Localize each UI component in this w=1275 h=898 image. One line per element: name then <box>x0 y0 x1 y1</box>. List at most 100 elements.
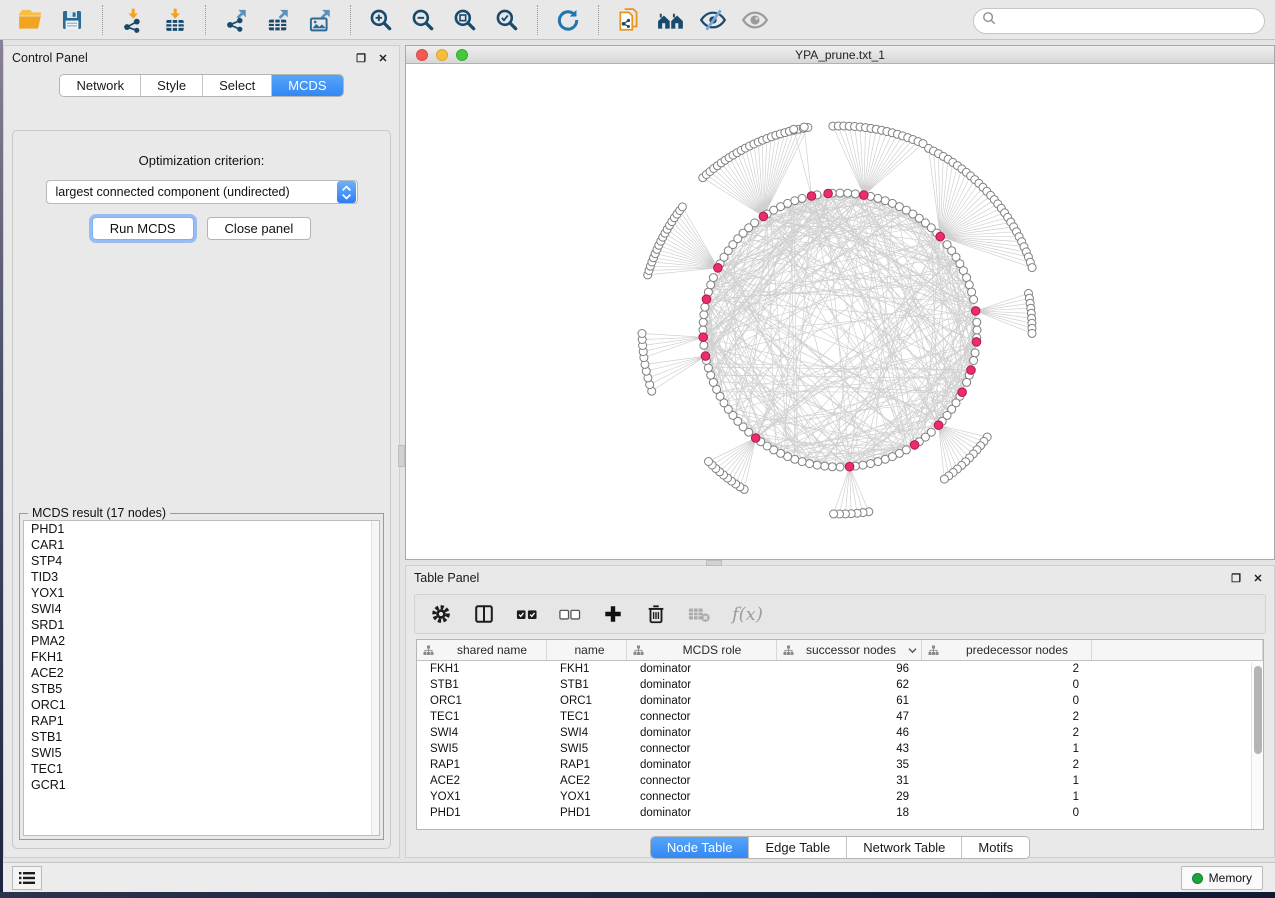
cell-shared-name[interactable]: TEC1 <box>417 711 547 723</box>
graph-node[interactable] <box>700 341 708 349</box>
cell-successor-nodes[interactable]: 35 <box>777 759 922 771</box>
cell-mcds-role[interactable]: connector <box>627 711 777 723</box>
mcds-hub-node[interactable] <box>714 264 723 273</box>
mcds-hub-node[interactable] <box>759 212 768 221</box>
tab-style[interactable]: Style <box>141 75 203 96</box>
table-row[interactable]: ORC1ORC1dominator610 <box>417 693 1263 709</box>
graph-node[interactable] <box>963 378 971 386</box>
close-panel-icon[interactable]: ✕ <box>375 50 391 66</box>
delete-icon[interactable] <box>644 602 668 626</box>
cell-successor-nodes[interactable]: 29 <box>777 791 922 803</box>
share-network-file-icon[interactable] <box>615 6 643 34</box>
graph-node[interactable] <box>798 194 806 202</box>
graph-node[interactable] <box>940 475 948 483</box>
graph-node[interactable] <box>800 123 808 131</box>
list-item[interactable]: ACE2 <box>24 665 379 681</box>
columns-icon[interactable] <box>472 602 496 626</box>
cell-mcds-role[interactable]: dominator <box>627 679 777 691</box>
select-all-icon[interactable] <box>515 602 539 626</box>
mcds-hub-node[interactable] <box>807 192 816 201</box>
mcds-hub-node[interactable] <box>699 333 708 342</box>
graph-node[interactable] <box>701 303 709 311</box>
float-panel-icon[interactable]: ❐ <box>1228 570 1244 586</box>
optimization-select[interactable]: largest connected component (undirected) <box>46 180 358 204</box>
tab-select[interactable]: Select <box>203 75 272 96</box>
mcds-hub-node[interactable] <box>967 366 976 375</box>
cell-name[interactable]: YOX1 <box>547 791 627 803</box>
horizontal-splitter[interactable] <box>706 560 722 566</box>
list-item[interactable]: STB5 <box>24 681 379 697</box>
cell-shared-name[interactable]: STB1 <box>417 679 547 691</box>
graph-node[interactable] <box>638 330 646 338</box>
mcds-hub-node[interactable] <box>702 295 711 304</box>
graph-node[interactable] <box>830 510 838 518</box>
cell-name[interactable]: PHD1 <box>547 807 627 819</box>
graph-node[interactable] <box>700 311 708 319</box>
graph-node[interactable] <box>851 190 859 198</box>
table-scrollbar[interactable] <box>1251 662 1263 829</box>
first-neighbors-icon[interactable] <box>657 6 685 34</box>
mcds-hub-node[interactable] <box>751 434 760 443</box>
cell-predecessor-nodes[interactable]: 2 <box>922 663 1092 675</box>
cell-name[interactable]: ORC1 <box>547 695 627 707</box>
cell-mcds-role[interactable]: dominator <box>627 807 777 819</box>
list-item[interactable]: TEC1 <box>24 761 379 777</box>
table-row[interactable]: FKH1FKH1dominator962 <box>417 661 1263 677</box>
list-item[interactable]: GCR1 <box>24 777 379 793</box>
column-header-predecessor-nodes[interactable]: predecessor nodes <box>922 640 1092 660</box>
list-item[interactable]: YOX1 <box>24 585 379 601</box>
graph-node[interactable] <box>806 460 814 468</box>
table-row[interactable]: SWI5SWI5connector431 <box>417 741 1263 757</box>
gear-icon[interactable] <box>429 602 453 626</box>
mcds-hub-node[interactable] <box>936 232 945 241</box>
mcds-hub-node[interactable] <box>972 338 981 347</box>
cell-shared-name[interactable]: SWI5 <box>417 743 547 755</box>
list-item[interactable]: FKH1 <box>24 649 379 665</box>
cell-shared-name[interactable]: ACE2 <box>417 775 547 787</box>
list-item[interactable]: SRD1 <box>24 617 379 633</box>
table-row[interactable]: STB1STB1dominator620 <box>417 677 1263 693</box>
tab-mcds[interactable]: MCDS <box>272 75 342 96</box>
cell-shared-name[interactable]: YOX1 <box>417 791 547 803</box>
graph-node[interactable] <box>973 318 981 326</box>
memory-button[interactable]: Memory <box>1181 866 1263 890</box>
table-row[interactable]: PHD1PHD1dominator180 <box>417 805 1263 821</box>
cell-predecessor-nodes[interactable]: 2 <box>922 711 1092 723</box>
graph-node[interactable] <box>791 197 799 205</box>
table-row[interactable]: ACE2ACE2connector311 <box>417 773 1263 789</box>
zoom-in-icon[interactable] <box>367 6 395 34</box>
zoom-selected-icon[interactable] <box>493 6 521 34</box>
graph-node[interactable] <box>705 458 713 466</box>
cell-name[interactable]: TEC1 <box>547 711 627 723</box>
import-network-icon[interactable] <box>119 6 147 34</box>
graph-node[interactable] <box>751 219 759 227</box>
cell-predecessor-nodes[interactable]: 2 <box>922 727 1092 739</box>
close-panel-button[interactable]: Close panel <box>207 217 312 240</box>
cell-predecessor-nodes[interactable]: 0 <box>922 807 1092 819</box>
graph-node[interactable] <box>828 463 836 471</box>
network-canvas[interactable] <box>406 64 1274 559</box>
graph-node[interactable] <box>970 296 978 304</box>
cell-predecessor-nodes[interactable]: 1 <box>922 791 1092 803</box>
cell-name[interactable]: SWI4 <box>547 727 627 739</box>
graph-node[interactable] <box>704 364 712 372</box>
mcds-hub-node[interactable] <box>934 421 943 430</box>
hide-selected-icon[interactable] <box>699 6 727 34</box>
cell-mcds-role[interactable]: connector <box>627 775 777 787</box>
import-table-icon[interactable] <box>161 6 189 34</box>
graph-node[interactable] <box>965 281 973 289</box>
list-item[interactable]: STP4 <box>24 553 379 569</box>
cell-successor-nodes[interactable]: 46 <box>777 727 922 739</box>
graph-node[interactable] <box>836 189 844 197</box>
float-panel-icon[interactable]: ❐ <box>353 50 369 66</box>
list-item[interactable]: SWI4 <box>24 601 379 617</box>
mcds-hub-node[interactable] <box>958 388 967 397</box>
cell-predecessor-nodes[interactable]: 2 <box>922 759 1092 771</box>
cell-mcds-role[interactable]: dominator <box>627 759 777 771</box>
graph-node[interactable] <box>867 460 875 468</box>
result-scrollbar[interactable] <box>371 521 379 835</box>
tab-node-table[interactable]: Node Table <box>651 837 750 858</box>
cell-successor-nodes[interactable]: 18 <box>777 807 922 819</box>
graph-node[interactable] <box>968 288 976 296</box>
cell-successor-nodes[interactable]: 61 <box>777 695 922 707</box>
